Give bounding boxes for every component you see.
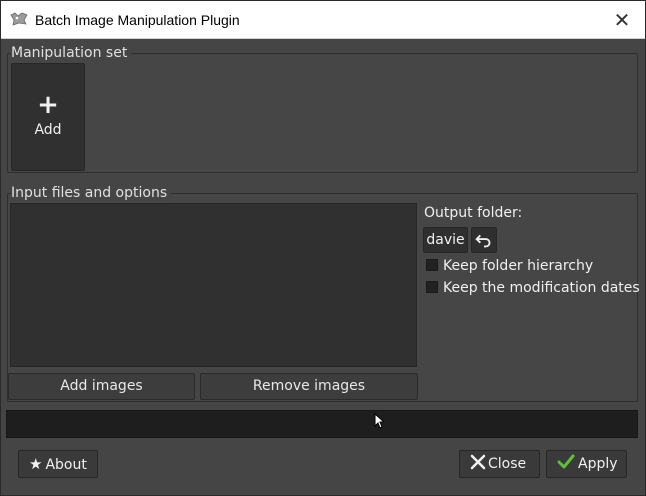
progress-bar	[6, 410, 638, 438]
keep-dates-label: Keep the modification dates	[443, 280, 640, 296]
gimp-app-icon	[10, 12, 28, 26]
input-files-title: Input files and options	[11, 185, 172, 201]
keep-hierarchy-checkbox[interactable]	[426, 259, 438, 271]
star-icon: ★	[29, 455, 43, 473]
remove-images-button[interactable]: Remove images	[200, 373, 418, 400]
keep-dates-checkbox[interactable]	[426, 281, 438, 293]
close-button[interactable]: Close	[459, 450, 540, 478]
window-close-button[interactable]: ✕	[607, 7, 637, 33]
window-title: Batch Image Manipulation Plugin	[35, 12, 240, 28]
about-button[interactable]: ★ About	[18, 450, 98, 478]
apply-button[interactable]: Apply	[546, 450, 627, 478]
close-x-icon	[470, 454, 486, 470]
about-label: About	[45, 457, 87, 473]
input-file-list[interactable]	[10, 203, 417, 367]
keep-hierarchy-label: Keep folder hierarchy	[443, 258, 594, 274]
output-folder-chooser[interactable]: davie	[423, 227, 468, 253]
remove-images-label: Remove images	[252, 378, 366, 394]
output-folder-value: davie	[426, 232, 465, 248]
add-images-label: Add images	[60, 378, 143, 394]
undo-arrow-icon	[475, 234, 491, 248]
checkmark-icon	[557, 454, 575, 469]
output-folder-label: Output folder:	[424, 205, 523, 221]
reset-folder-button[interactable]	[471, 227, 497, 253]
close-label: Close	[488, 456, 527, 472]
apply-label: Apply	[578, 456, 618, 472]
plus-icon: +	[37, 90, 59, 120]
add-manipulation-button[interactable]: + Add	[11, 63, 85, 171]
title-bar: Batch Image Manipulation Plugin ✕	[1, 1, 645, 39]
manipulation-set-frame	[7, 53, 638, 173]
manipulation-set-title: Manipulation set	[11, 45, 132, 61]
mouse-cursor-icon	[374, 413, 384, 429]
add-images-button[interactable]: Add images	[8, 373, 195, 400]
add-manipulation-label: Add	[34, 122, 62, 138]
bimp-dialog: Batch Image Manipulation Plugin ✕ Manipu…	[0, 0, 646, 496]
keep-dates-option[interactable]: Keep the modification dates	[426, 280, 640, 296]
keep-hierarchy-option[interactable]: Keep folder hierarchy	[426, 258, 593, 274]
